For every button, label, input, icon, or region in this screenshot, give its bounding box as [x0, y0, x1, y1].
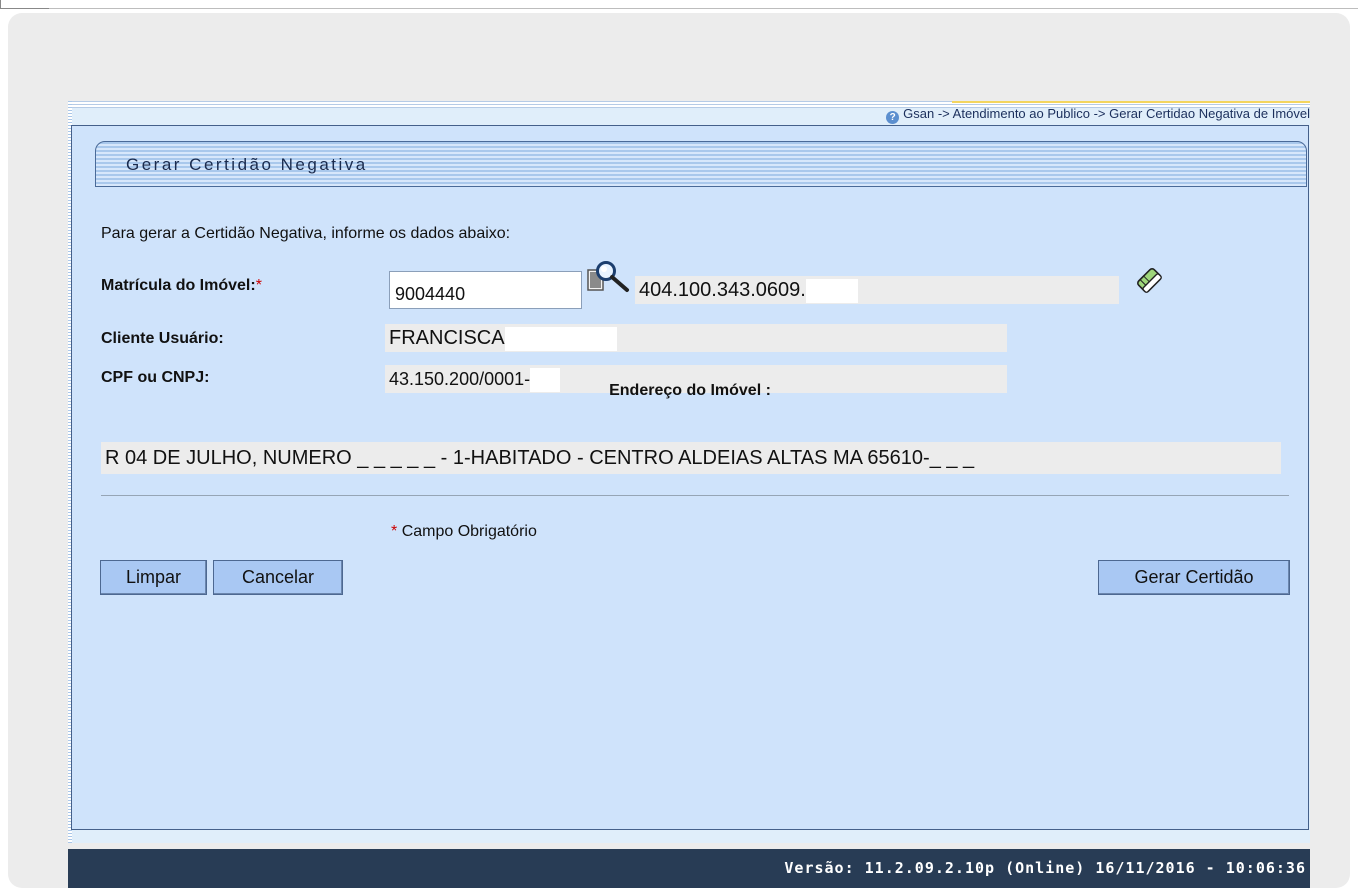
cancelar-button[interactable]: Cancelar — [213, 560, 343, 595]
cliente-field: FRANCISCA — [385, 324, 1007, 352]
endereco-label: Endereço do Imóvel : — [609, 382, 771, 399]
matricula-input[interactable] — [389, 271, 582, 309]
magnifier-search-icon — [587, 261, 629, 292]
clear-imovel-button[interactable] — [1132, 263, 1168, 299]
breadcrumb-text: Gsan -> Atendimento ao Publico -> Gerar … — [903, 106, 1310, 121]
redacted-block — [805, 278, 858, 303]
window-fragment — [0, 0, 49, 9]
limpar-button[interactable]: Limpar — [100, 560, 207, 595]
gerar-certidao-button[interactable]: Gerar Certidão — [1098, 560, 1290, 595]
cliente-label: Cliente Usuário: — [101, 330, 224, 347]
inscricao-field: 404.100.343.0609. — [635, 276, 1119, 304]
app-frame: ? Gsan -> Atendimento ao Publico -> Gerar… — [68, 101, 1310, 843]
cliente-value: FRANCISCA — [389, 327, 505, 349]
search-imovel-button[interactable] — [587, 260, 635, 300]
help-icon[interactable]: ? — [886, 111, 900, 124]
form-panel: Gerar Certidão Negativa Para gerar a Cer… — [71, 125, 1309, 830]
version-footer: Versão: 11.2.09.2.10p (Online) 16/11/201… — [68, 849, 1310, 888]
breadcrumb: ? Gsan -> Atendimento ao Publico -> Gerar… — [886, 106, 1310, 124]
top-strip — [0, 0, 1358, 9]
eraser-icon — [1137, 268, 1162, 293]
page-title: Gerar Certidão Negativa — [126, 155, 368, 174]
intro-text: Para gerar a Certidão Negativa, informe … — [101, 225, 511, 242]
matricula-label: Matrícula do Imóvel:* — [101, 277, 262, 295]
form-header: Gerar Certidão Negativa — [95, 141, 1307, 187]
inscricao-value: 404.100.343.0609. — [639, 279, 806, 301]
required-star: * — [255, 277, 262, 294]
endereco-field: R 04 DE JULHO, NUMERO _ _ _ _ _ - 1-HABI… — [101, 442, 1281, 474]
divider — [101, 495, 1289, 496]
required-note: * Campo Obrigatório — [391, 523, 537, 541]
accent-line — [952, 101, 1310, 103]
matricula-label-text: Matrícula do Imóvel: — [101, 277, 256, 294]
endereco-value: R 04 DE JULHO, NUMERO _ _ _ _ _ - 1-HABI… — [105, 447, 975, 469]
required-star: * — [391, 523, 398, 540]
required-note-text: Campo Obrigatório — [401, 523, 537, 540]
redacted-block — [504, 326, 617, 351]
